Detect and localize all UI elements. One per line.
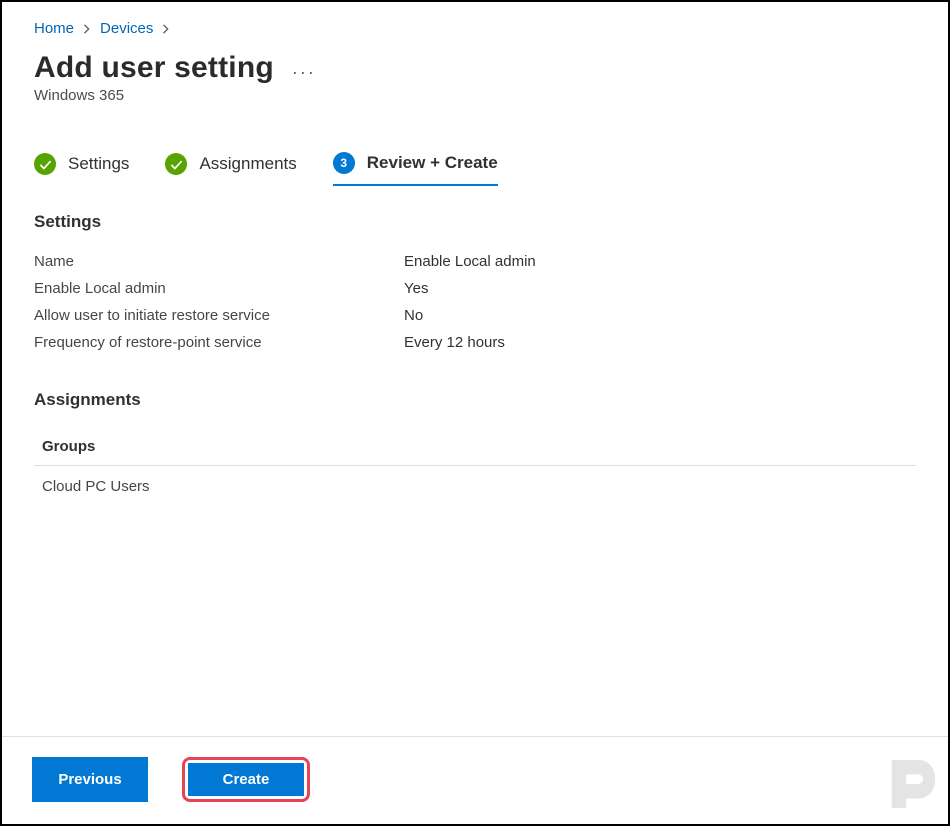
settings-value: No xyxy=(404,307,423,324)
step-tab-review-create[interactable]: 3 Review + Create xyxy=(333,152,498,186)
settings-value: Yes xyxy=(404,280,428,297)
section-heading-assignments: Assignments xyxy=(34,390,916,410)
step-tab-assignments[interactable]: Assignments xyxy=(165,152,296,186)
assignments-table: Groups Cloud PC Users xyxy=(34,426,916,507)
settings-value: Every 12 hours xyxy=(404,334,505,351)
settings-key: Frequency of restore-point service xyxy=(34,334,404,351)
create-button-highlight: Create xyxy=(182,757,310,802)
table-header-groups: Groups xyxy=(34,426,916,466)
settings-row: Enable Local admin Yes xyxy=(34,275,916,302)
checkmark-icon xyxy=(34,153,56,175)
section-heading-settings: Settings xyxy=(34,212,916,232)
breadcrumb: Home Devices xyxy=(34,20,916,37)
breadcrumb-link-home[interactable]: Home xyxy=(34,20,74,37)
wizard-footer: Previous Create xyxy=(2,736,948,824)
more-options-icon[interactable]: ··· xyxy=(292,54,316,83)
settings-row: Frequency of restore-point service Every… xyxy=(34,329,916,356)
step-label: Settings xyxy=(68,154,129,174)
watermark-icon xyxy=(882,755,940,818)
settings-value: Enable Local admin xyxy=(404,253,536,270)
wizard-steps: Settings Assignments 3 Review + Create xyxy=(34,152,916,186)
settings-key: Name xyxy=(34,253,404,270)
settings-key: Enable Local admin xyxy=(34,280,404,297)
step-label: Assignments xyxy=(199,154,296,174)
step-number-icon: 3 xyxy=(333,152,355,174)
create-button[interactable]: Create xyxy=(188,763,304,796)
settings-row: Allow user to initiate restore service N… xyxy=(34,302,916,329)
step-label: Review + Create xyxy=(367,153,498,173)
settings-summary: Name Enable Local admin Enable Local adm… xyxy=(34,248,916,356)
page-title: Add user setting xyxy=(34,51,274,85)
chevron-right-icon xyxy=(82,24,92,34)
step-tab-settings[interactable]: Settings xyxy=(34,152,129,186)
breadcrumb-link-devices[interactable]: Devices xyxy=(100,20,153,37)
settings-key: Allow user to initiate restore service xyxy=(34,307,404,324)
table-row: Cloud PC Users xyxy=(34,466,916,507)
previous-button[interactable]: Previous xyxy=(32,757,148,802)
settings-row: Name Enable Local admin xyxy=(34,248,916,275)
chevron-right-icon xyxy=(161,24,171,34)
checkmark-icon xyxy=(165,153,187,175)
page-subtitle: Windows 365 xyxy=(34,87,916,104)
